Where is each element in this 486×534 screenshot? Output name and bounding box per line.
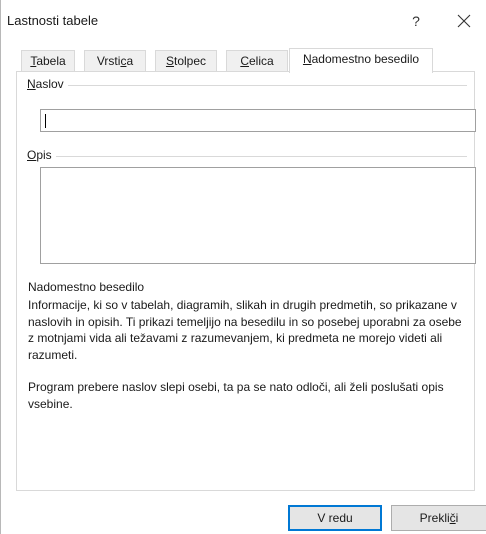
help-text: Informacije, ki so v tabelah, diagramih,…: [28, 297, 468, 412]
close-icon: [457, 14, 471, 28]
tab-label-mnemonic: N: [302, 52, 312, 66]
tab-celica[interactable]: Celica: [226, 50, 288, 72]
description-label: Opis: [27, 148, 56, 162]
help-heading: Nadomestno besedilo: [28, 280, 145, 294]
help-button[interactable]: ?: [401, 9, 431, 33]
tab-label-post: adomestno besedilo: [311, 52, 420, 66]
tab-label-post: abela: [36, 54, 66, 68]
title-group-divider: [27, 85, 467, 86]
tab-nadomestno-besedilo[interactable]: Nadomestno besedilo: [289, 48, 433, 73]
description-textarea[interactable]: [40, 167, 476, 264]
help-paragraph: Program prebere naslov slepi osebi, ta p…: [28, 380, 444, 411]
ok-button[interactable]: V redu: [288, 505, 382, 531]
tab-label-post: elica: [248, 54, 274, 68]
dialog-title: Lastnosti tabele: [7, 13, 99, 28]
description-group-divider: [27, 156, 467, 157]
tab-label-mnemonic: C: [240, 54, 249, 68]
title-label: Naslov: [27, 77, 68, 91]
tab-stolpec[interactable]: Stolpec: [155, 50, 217, 72]
table-properties-dialog: Lastnosti tabele ? Tabela Vrstica Stolpe…: [0, 0, 486, 534]
help-paragraph: Informacije, ki so v tabelah, diagramih,…: [28, 298, 462, 362]
tab-tabela[interactable]: Tabela: [21, 50, 75, 72]
text-caret: [45, 114, 46, 128]
close-button[interactable]: [449, 8, 479, 32]
title-bar: Lastnosti tabele ?: [1, 0, 486, 40]
tab-label-post: tolpec: [173, 54, 207, 68]
tab-vrstica[interactable]: Vrstica: [84, 50, 146, 72]
tab-label-pre: Vrsti: [96, 54, 121, 68]
tab-strip: Tabela Vrstica Stolpec Celica Nadomestno…: [16, 48, 472, 73]
tab-label-mnemonic: S: [165, 54, 174, 68]
tab-label-post: a: [126, 54, 134, 68]
alt-text-panel: Naslov Opis Nadomestno besedilo Informac…: [16, 71, 476, 491]
title-input[interactable]: [40, 109, 476, 132]
cancel-button[interactable]: Prekliči: [391, 505, 486, 531]
